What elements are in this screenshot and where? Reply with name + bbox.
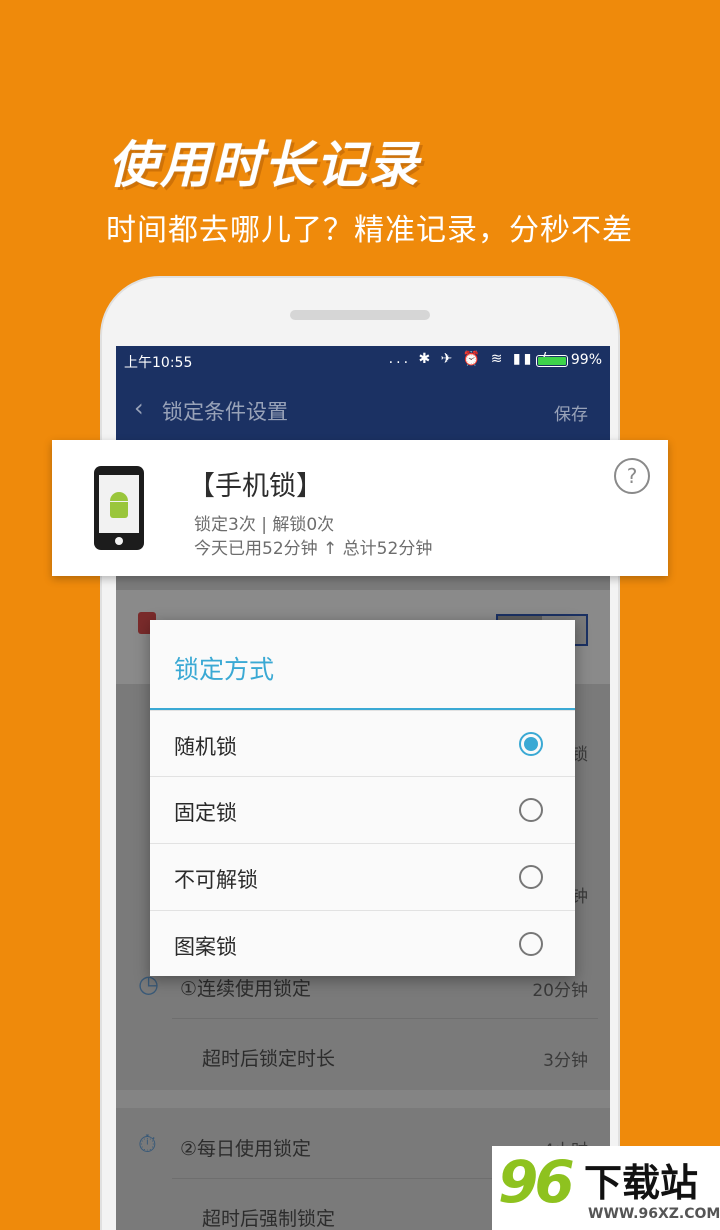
- android-phone-icon: [94, 466, 144, 550]
- continuous-lock-label: ①连续使用锁定: [180, 978, 312, 1000]
- option-pattern-lock[interactable]: 图案锁: [150, 910, 575, 977]
- timeout-lock-duration-label: 超时后锁定时长: [202, 1048, 336, 1070]
- radio-button[interactable]: [519, 932, 543, 956]
- logo-text: 下载站: [584, 1161, 699, 1205]
- card-title: 【手机锁】: [188, 471, 323, 502]
- force-lock-label: 超时后强制锁定: [202, 1208, 336, 1230]
- battery-fill: [538, 357, 566, 365]
- option-label: 固定锁: [174, 801, 237, 825]
- logo-domain: WWW.96XZ.COM: [588, 1206, 720, 1222]
- device-home-button: [115, 537, 123, 545]
- promo-subtitle: 时间都去哪儿了？精准记录，分秒不差: [106, 213, 633, 248]
- status-icons: ... ✱ ✈ ⏰ ≋ ▮▮ ϟ: [388, 351, 554, 367]
- option-label: 不可解锁: [174, 868, 258, 892]
- battery-percent: 99%: [570, 352, 602, 368]
- phone-speaker: [290, 310, 430, 320]
- logo-number: 96: [498, 1148, 575, 1216]
- lock-mode-dialog: 锁定方式 随机锁 固定锁 不可解锁 图案锁: [150, 620, 575, 976]
- option-no-unlock[interactable]: 不可解锁: [150, 843, 575, 910]
- option-label: 随机锁: [174, 735, 237, 759]
- continuous-lock-value[interactable]: 20分钟: [532, 976, 588, 1001]
- site-logo: 96 下载站 WWW.96XZ.COM: [492, 1146, 720, 1230]
- android-body: [110, 502, 128, 518]
- option-label: 图案锁: [174, 935, 237, 959]
- nav-bar: ‹ 锁定条件设置 保存: [116, 376, 610, 440]
- help-icon[interactable]: ?: [614, 458, 650, 494]
- phone-lock-card: 【手机锁】 锁定3次 | 解锁0次 今天已用52分钟 ↑ 总计52分钟 ?: [52, 440, 668, 576]
- timeout-lock-duration-value[interactable]: 3分钟: [543, 1046, 588, 1071]
- android-head: [110, 492, 128, 501]
- stopwatch-icon: ⏱: [138, 1130, 157, 1158]
- back-icon[interactable]: ‹: [134, 394, 144, 422]
- usage-stats: 今天已用52分钟 ↑ 总计52分钟: [194, 539, 433, 559]
- lock-stats: 锁定3次 | 解锁0次: [194, 515, 335, 535]
- daily-lock-label: ②每日使用锁定: [180, 1138, 312, 1160]
- promo-title: 使用时长记录: [108, 136, 420, 194]
- radio-button[interactable]: [519, 865, 543, 889]
- save-button[interactable]: 保存: [554, 400, 588, 425]
- device-screen: [99, 475, 139, 533]
- divider: [172, 1018, 598, 1019]
- status-bar: 上午10:55 ... ✱ ✈ ⏰ ≋ ▮▮ ϟ 99%: [116, 346, 610, 376]
- option-fixed-lock[interactable]: 固定锁: [150, 776, 575, 843]
- option-random-lock[interactable]: 随机锁: [150, 710, 575, 777]
- radio-button[interactable]: [519, 732, 543, 756]
- dialog-title: 锁定方式: [174, 655, 275, 684]
- status-time: 上午10:55: [124, 355, 193, 371]
- radio-button[interactable]: [519, 798, 543, 822]
- section-gap: [116, 1090, 610, 1108]
- nav-title: 锁定条件设置: [162, 400, 288, 424]
- battery-icon: [536, 355, 568, 367]
